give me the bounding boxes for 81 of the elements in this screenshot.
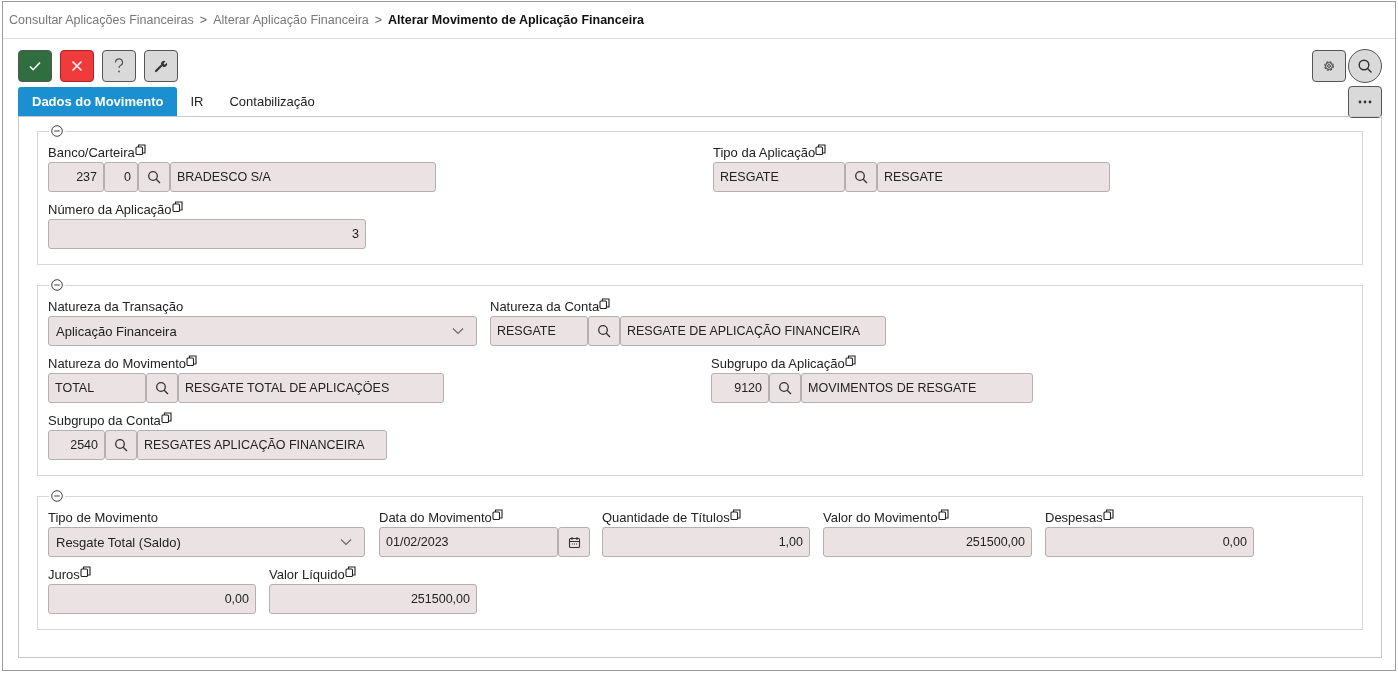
confirm-button[interactable] xyxy=(18,50,52,82)
field-label: Natureza da Transação xyxy=(48,298,184,315)
description-field[interactable]: RESGATES APLICAÇÃO FINANCEIRA xyxy=(137,430,387,460)
field-label: Juros xyxy=(48,566,80,583)
breadcrumb-current: Alterar Movimento de Aplicação Financeira xyxy=(388,13,644,27)
field-label: Tipo de Movimento xyxy=(48,509,159,526)
search-icon xyxy=(114,438,128,452)
settings-button[interactable] xyxy=(1312,50,1346,82)
tab[interactable]: Dados do Movimento xyxy=(18,87,178,116)
lookup-button[interactable] xyxy=(769,373,801,403)
field-label: Natureza da Conta xyxy=(490,298,600,315)
more-options-button[interactable] xyxy=(1348,86,1382,118)
field-label: Valor Líquido xyxy=(269,566,345,583)
lookup-button[interactable] xyxy=(138,162,170,192)
search-icon xyxy=(1357,58,1373,74)
description-field[interactable]: BRADESCO S/A xyxy=(170,162,436,192)
breadcrumb-separator: > xyxy=(374,13,383,27)
chevron-down-icon xyxy=(452,327,464,335)
search-icon xyxy=(597,324,611,338)
lookup-button[interactable] xyxy=(146,373,178,403)
field-label: Subgrupo da Aplicação xyxy=(711,355,845,372)
number-field[interactable]: 3 xyxy=(48,219,366,249)
breadcrumb-link[interactable]: Alterar Aplicação Financeira xyxy=(213,13,369,27)
number-field[interactable]: 1,00 xyxy=(602,527,810,557)
breadcrumb-separator: > xyxy=(199,13,208,27)
dropdown[interactable]: Resgate Total (Saldo) xyxy=(48,527,365,557)
code-field[interactable]: 2540 xyxy=(48,430,105,460)
search-icon xyxy=(778,381,792,395)
field-label: Quantidade de Títulos xyxy=(602,509,730,526)
calendar-icon xyxy=(567,535,581,549)
tab[interactable]: IR xyxy=(177,87,217,116)
number-field[interactable]: 0,00 xyxy=(1045,527,1254,557)
minus-circle-icon xyxy=(51,125,63,137)
number-field[interactable]: 251500,00 xyxy=(269,584,477,614)
ellipsis-icon xyxy=(1358,100,1372,104)
date-field[interactable]: 01/02/2023 xyxy=(379,527,558,557)
field-label: Data do Movimento xyxy=(379,509,492,526)
code-field[interactable]: RESGATE xyxy=(490,316,588,346)
cancel-button[interactable] xyxy=(60,50,94,82)
field-label: Valor do Movimento xyxy=(823,509,938,526)
wrench-icon xyxy=(154,59,168,73)
dropdown[interactable]: Aplicação Financeira xyxy=(48,316,477,346)
question-mark-icon xyxy=(113,58,125,74)
description-field[interactable]: RESGATE xyxy=(877,162,1110,192)
field-label: Subgrupo da Conta xyxy=(48,412,161,429)
field-label: Natureza do Movimento xyxy=(48,355,186,372)
code-field[interactable]: RESGATE xyxy=(713,162,845,192)
close-icon xyxy=(71,60,83,72)
tools-button[interactable] xyxy=(144,50,178,82)
description-field[interactable]: RESGATE TOTAL DE APLICAÇÕES xyxy=(178,373,444,403)
code-field[interactable]: 9120 xyxy=(711,373,769,403)
breadcrumb-link[interactable]: Consultar Aplicações Financeiras xyxy=(9,13,194,27)
check-icon xyxy=(28,59,42,73)
calendar-button[interactable] xyxy=(558,527,590,557)
chevron-down-icon xyxy=(340,538,352,546)
code-field[interactable]: TOTAL xyxy=(48,373,146,403)
minus-circle-icon xyxy=(51,490,63,502)
collapse-toggle[interactable] xyxy=(49,125,65,137)
number-field[interactable]: 251500,00 xyxy=(823,527,1032,557)
description-field[interactable]: MOVIMENTOS DE RESGATE xyxy=(801,373,1033,403)
tab[interactable]: Contabilização xyxy=(216,87,328,116)
lookup-button[interactable] xyxy=(588,316,620,346)
field-label: Tipo da Aplicação xyxy=(713,144,816,161)
search-icon xyxy=(854,170,868,184)
search-icon xyxy=(147,170,161,184)
collapse-toggle[interactable] xyxy=(49,490,65,502)
settings-icon xyxy=(1322,59,1336,73)
minus-circle-icon xyxy=(51,279,63,291)
help-button[interactable] xyxy=(102,50,136,82)
field-label: Número da Aplicação xyxy=(48,201,172,218)
code-field[interactable]: 237 xyxy=(48,162,104,192)
lookup-button[interactable] xyxy=(845,162,877,192)
description-field[interactable]: RESGATE DE APLICAÇÃO FINANCEIRA xyxy=(620,316,886,346)
field-label: Banco/Carteira xyxy=(48,144,135,161)
lookup-button[interactable] xyxy=(105,430,137,460)
code-field[interactable]: 0 xyxy=(104,162,138,192)
search-button[interactable] xyxy=(1348,49,1382,83)
number-field[interactable]: 0,00 xyxy=(48,584,256,614)
field-label: Despesas xyxy=(1045,509,1103,526)
search-icon xyxy=(155,381,169,395)
collapse-toggle[interactable] xyxy=(49,279,65,291)
